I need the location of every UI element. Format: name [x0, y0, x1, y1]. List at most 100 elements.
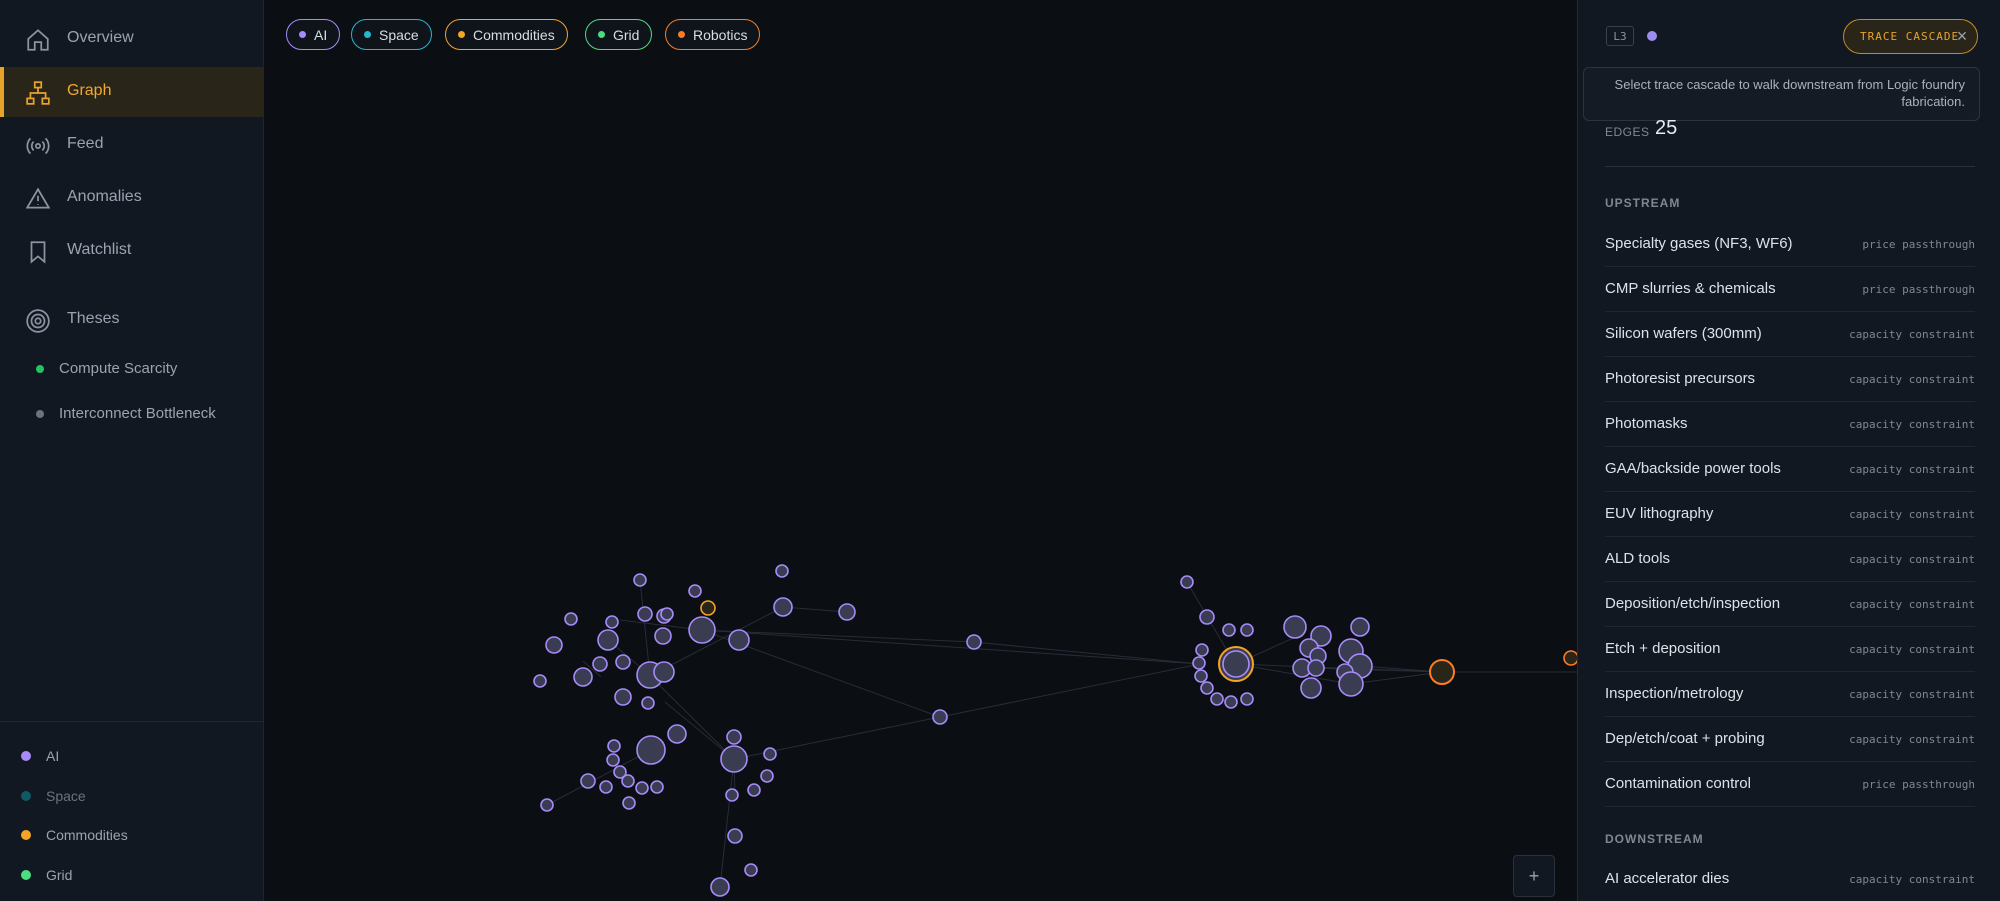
upstream-row[interactable]: Inspection/metrology capacity constraint: [1605, 672, 1975, 717]
graph-node[interactable]: [592, 656, 608, 672]
graph-node[interactable]: [838, 603, 856, 621]
graph-node[interactable]: [1222, 623, 1236, 637]
graph-node[interactable]: [1307, 659, 1325, 677]
graph-node[interactable]: [621, 774, 635, 788]
legend-ai: AI: [21, 748, 59, 764]
graph-node[interactable]: [747, 783, 761, 797]
graph-node[interactable]: [1563, 650, 1577, 666]
graph-node[interactable]: [637, 606, 653, 622]
thesis-compute-scarcity[interactable]: Compute Scarcity: [36, 360, 177, 377]
graph-node[interactable]: [533, 674, 547, 688]
nav-graph[interactable]: Graph: [0, 67, 264, 117]
upstream-row[interactable]: Specialty gases (NF3, WF6) price passthro…: [1605, 222, 1975, 267]
graph-node[interactable]: [660, 607, 674, 621]
graph-node[interactable]: [564, 612, 578, 626]
graph-node[interactable]: [744, 863, 758, 877]
graph-icon: [26, 81, 50, 105]
nav-overview[interactable]: Overview: [0, 14, 264, 64]
graph-node[interactable]: [773, 597, 793, 617]
graph-node[interactable]: [607, 739, 621, 753]
nav-anomalies[interactable]: Anomalies: [0, 173, 264, 223]
graph-node[interactable]: [1210, 692, 1224, 706]
nav-feed[interactable]: Feed: [0, 120, 264, 170]
row-relation-tag: price passthrough: [1862, 283, 1975, 296]
graph-node[interactable]: [1199, 609, 1215, 625]
graph-node[interactable]: [614, 688, 632, 706]
nav-theses[interactable]: Theses: [0, 295, 264, 345]
graph-node[interactable]: [1338, 671, 1364, 697]
nav-overview-label: Overview: [67, 29, 134, 46]
graph-node[interactable]: [667, 724, 687, 744]
graph-node[interactable]: [763, 747, 777, 761]
graph-node[interactable]: [775, 564, 789, 578]
upstream-row[interactable]: Dep/etch/coat + probing capacity constrai…: [1605, 717, 1975, 762]
graph-node[interactable]: [700, 600, 716, 616]
row-name: ALD tools: [1605, 550, 1671, 567]
graph-canvas[interactable]: [265, 0, 1577, 901]
graph-node[interactable]: [573, 667, 593, 687]
graph-node[interactable]: [1240, 623, 1254, 637]
graph-node[interactable]: [615, 654, 631, 670]
graph-node[interactable]: [1180, 575, 1194, 589]
graph-node[interactable]: [1240, 692, 1254, 706]
edges-label: EDGES: [1605, 125, 1650, 139]
graph-node[interactable]: [540, 798, 554, 812]
thesis-interconnect-bottleneck[interactable]: Interconnect Bottleneck: [36, 405, 216, 422]
graph-node[interactable]: [599, 780, 613, 794]
graph-node[interactable]: [580, 773, 596, 789]
broadcast-icon: [26, 137, 50, 155]
graph-node[interactable]: [720, 745, 748, 773]
upstream-row[interactable]: Silicon wafers (300mm) capacity constrain…: [1605, 312, 1975, 357]
graph-node[interactable]: [622, 796, 636, 810]
graph-node[interactable]: [633, 573, 647, 587]
upstream-row[interactable]: Photoresist precursors capacity constrain…: [1605, 357, 1975, 402]
graph-node[interactable]: [545, 636, 563, 654]
close-icon[interactable]: ×: [1953, 27, 1971, 45]
thesis-label: Interconnect Bottleneck: [59, 405, 216, 422]
upstream-row[interactable]: Etch + deposition capacity constraint: [1605, 627, 1975, 672]
graph-node[interactable]: [726, 729, 742, 745]
graph-node[interactable]: [1283, 615, 1307, 639]
graph-node[interactable]: [641, 696, 655, 710]
graph-node[interactable]: [760, 769, 774, 783]
upstream-row[interactable]: Contamination control price passthrough: [1605, 762, 1975, 807]
graph-node[interactable]: [1429, 659, 1455, 685]
graph-node[interactable]: [688, 616, 716, 644]
zoom-in-button[interactable]: +: [1513, 855, 1555, 897]
upstream-row[interactable]: EUV lithography capacity constraint: [1605, 492, 1975, 537]
graph-node[interactable]: [1194, 669, 1208, 683]
upstream-row[interactable]: GAA/backside power tools capacity constra…: [1605, 447, 1975, 492]
graph-node[interactable]: [636, 735, 666, 765]
upstream-row[interactable]: Photomasks capacity constraint: [1605, 402, 1975, 447]
graph-node[interactable]: [1192, 656, 1206, 670]
graph-node-selected-inner[interactable]: [1222, 650, 1250, 678]
graph-node[interactable]: [728, 629, 750, 651]
graph-node[interactable]: [654, 627, 672, 645]
thesis-label: Compute Scarcity: [59, 360, 178, 377]
downstream-row[interactable]: AI accelerator dies capacity constraint: [1605, 857, 1975, 901]
graph-node[interactable]: [597, 629, 619, 651]
panel-divider: [1605, 166, 1975, 167]
upstream-row[interactable]: Deposition/etch/inspection capacity const…: [1605, 582, 1975, 627]
row-name: Etch + deposition: [1605, 640, 1721, 657]
graph-node[interactable]: [605, 615, 619, 629]
upstream-row[interactable]: CMP slurries & chemicals price passthroug…: [1605, 267, 1975, 312]
graph-node[interactable]: [727, 828, 743, 844]
graph-node[interactable]: [1300, 677, 1322, 699]
nav-watchlist[interactable]: Watchlist: [0, 226, 264, 276]
graph-node[interactable]: [725, 788, 739, 802]
graph-node[interactable]: [1200, 681, 1214, 695]
graph-node[interactable]: [1350, 617, 1370, 637]
graph-node[interactable]: [966, 634, 982, 650]
nav-anomalies-label: Anomalies: [67, 188, 142, 205]
graph-node[interactable]: [1195, 643, 1209, 657]
upstream-row[interactable]: ALD tools capacity constraint: [1605, 537, 1975, 582]
graph-node[interactable]: [688, 584, 702, 598]
graph-node[interactable]: [710, 877, 730, 897]
graph-node[interactable]: [606, 753, 620, 767]
graph-node[interactable]: [650, 780, 664, 794]
graph-node[interactable]: [1224, 695, 1238, 709]
graph-node[interactable]: [653, 661, 675, 683]
graph-node[interactable]: [932, 709, 948, 725]
graph-node[interactable]: [635, 781, 649, 795]
